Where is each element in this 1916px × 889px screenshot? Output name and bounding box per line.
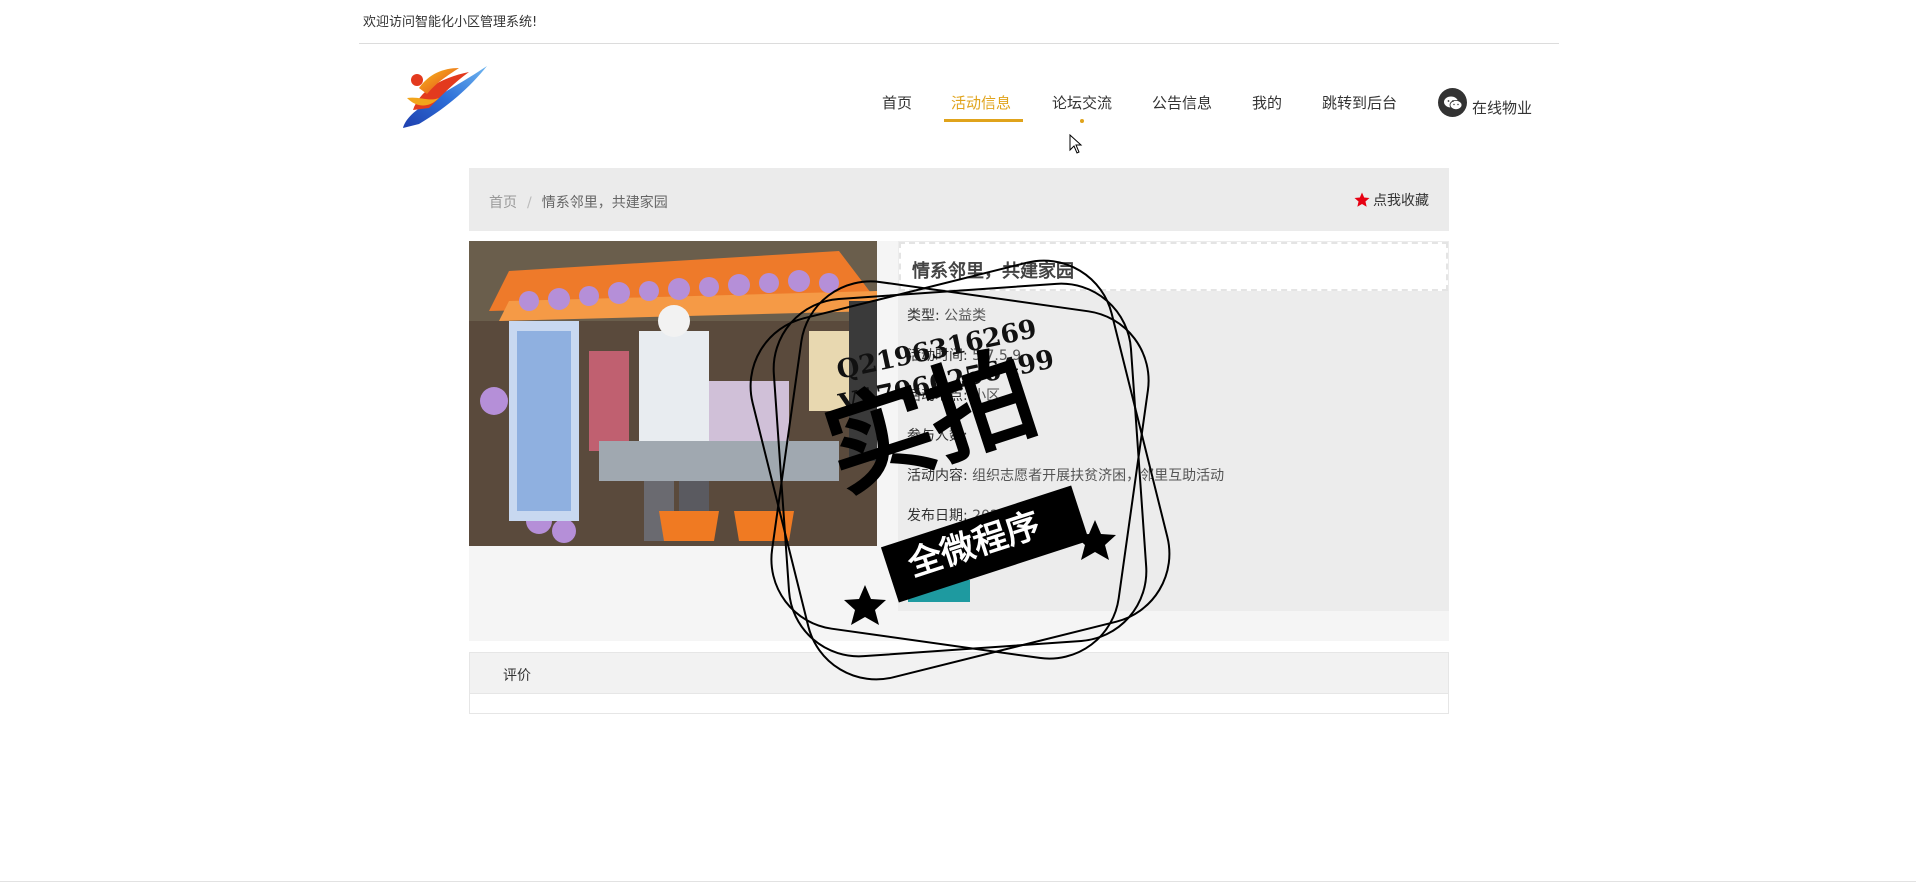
favorite-label: 点我收藏 <box>1373 193 1429 209</box>
favorite-button[interactable]: 点我收藏 <box>1353 190 1429 210</box>
mouse-cursor-icon <box>1069 133 1083 158</box>
nav-activity[interactable]: 活动信息 <box>951 92 1011 113</box>
nav-hover-dot <box>1080 119 1084 123</box>
main-nav: 首页 活动信息 论坛交流 公告信息 我的 跳转到后台 <box>0 92 1916 132</box>
breadcrumb-bar: 首页 / 情系邻里，共建家园 点我收藏 <box>469 168 1449 231</box>
footer-divider <box>0 881 1916 882</box>
welcome-text: 欢迎访问智能化小区管理系统! <box>363 15 538 30</box>
breadcrumb-separator: / <box>527 195 532 211</box>
star-icon <box>1354 192 1370 207</box>
nav-mine[interactable]: 我的 <box>1252 92 1282 113</box>
nav-home[interactable]: 首页 <box>882 92 912 113</box>
breadcrumb-home[interactable]: 首页 <box>489 195 517 211</box>
wechat-icon[interactable] <box>1438 88 1467 117</box>
nav-active-underline <box>944 119 1023 122</box>
online-service-link[interactable]: 在线物业 <box>1472 97 1532 118</box>
nav-forum[interactable]: 论坛交流 <box>1052 92 1112 113</box>
nav-notice[interactable]: 公告信息 <box>1152 92 1212 113</box>
watermark-stamp: Q2196316269 V17060256499 实拍 全微程序 <box>745 255 1175 685</box>
review-title: 评价 <box>503 668 531 684</box>
top-bar: 欢迎访问智能化小区管理系统! <box>359 0 1559 44</box>
breadcrumb-current: 情系邻里，共建家园 <box>541 195 668 211</box>
breadcrumb: 首页 / 情系邻里，共建家园 <box>489 192 668 212</box>
nav-admin[interactable]: 跳转到后台 <box>1322 92 1397 113</box>
